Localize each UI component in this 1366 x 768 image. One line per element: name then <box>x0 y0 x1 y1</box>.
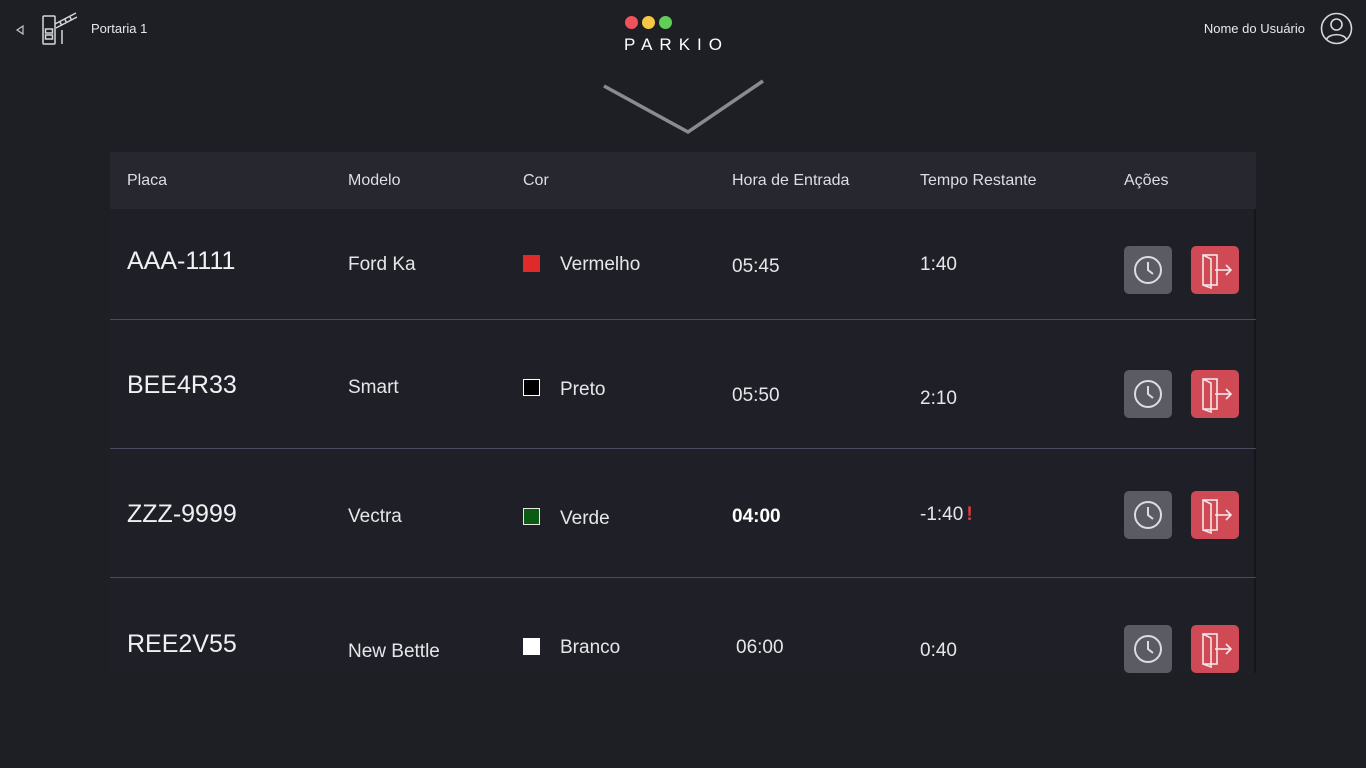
logo-dot-green <box>659 16 672 29</box>
plate-text: ZZZ-9999 <box>127 500 237 528</box>
column-header-color[interactable]: Cor <box>523 172 549 190</box>
color-name: Verde <box>560 508 610 529</box>
checkout-button[interactable] <box>1191 491 1239 539</box>
logo-dot-red <box>625 16 638 29</box>
remaining-time-value: 1:40 <box>920 254 957 275</box>
logo-dot-yellow <box>642 16 655 29</box>
entry-time: 06:00 <box>736 637 784 658</box>
table-header: Placa Modelo Cor Hora de Entrada Tempo R… <box>110 152 1256 209</box>
remaining-time: 1:40 <box>920 254 957 276</box>
color-name: Branco <box>560 637 621 658</box>
row-edge <box>1254 209 1256 319</box>
user-name[interactable]: Nome do Usuário <box>1204 21 1305 36</box>
entry-time: 04:00 <box>732 506 781 527</box>
exit-door-icon <box>1202 633 1233 669</box>
overdue-alert-icon: ! <box>966 504 973 525</box>
color-name: Vermelho <box>560 254 641 275</box>
extend-time-button[interactable] <box>1124 491 1172 539</box>
remaining-time-value: -1:40 <box>920 504 964 525</box>
remaining-time: -1:40! <box>920 504 973 526</box>
row-edge <box>1254 320 1256 448</box>
remaining-time: 0:40 <box>920 640 957 662</box>
column-header-model[interactable]: Modelo <box>348 172 400 190</box>
model-text: Ford Ka <box>348 254 416 275</box>
table-row[interactable]: REE2V55 New Bettle Branco 06:00 0:40 <box>110 578 1256 673</box>
remaining-time-value: 0:40 <box>920 640 957 661</box>
plate-text: AAA-1111 <box>127 247 236 275</box>
parking-gate-icon[interactable] <box>40 10 80 46</box>
user-circle-icon[interactable] <box>1320 12 1353 45</box>
gate-name: Portaria 1 <box>91 21 148 36</box>
top-bar: Portaria 1 PARKIO Nome do Usuário <box>0 0 1366 60</box>
chevron-down-icon[interactable] <box>600 76 768 138</box>
checkout-button[interactable] <box>1191 246 1239 294</box>
column-header-remaining-time[interactable]: Tempo Restante <box>920 172 1037 190</box>
model-text: Smart <box>348 377 399 398</box>
extend-time-button[interactable] <box>1124 246 1172 294</box>
exit-door-icon <box>1202 499 1233 535</box>
color-swatch <box>523 255 540 272</box>
model-text: Vectra <box>348 506 402 527</box>
logo-text: PARKIO <box>624 35 729 54</box>
checkout-button[interactable] <box>1191 625 1239 673</box>
clock-icon <box>1134 635 1162 663</box>
clock-icon <box>1134 501 1162 529</box>
clock-icon <box>1134 380 1162 408</box>
color-swatch <box>523 508 540 525</box>
model-text: New Bettle <box>348 641 440 662</box>
column-header-plate[interactable]: Placa <box>127 172 167 190</box>
exit-door-icon <box>1202 254 1233 290</box>
checkout-button[interactable] <box>1191 370 1239 418</box>
row-edge <box>1254 449 1256 577</box>
column-header-entry-time[interactable]: Hora de Entrada <box>732 172 849 190</box>
vehicles-table: Placa Modelo Cor Hora de Entrada Tempo R… <box>110 152 1256 673</box>
plate-text: BEE4R33 <box>127 371 237 399</box>
color-name: Preto <box>560 379 606 400</box>
table-row[interactable]: AAA-1111 Ford Ka Vermelho 05:45 1:40 <box>110 209 1256 320</box>
extend-time-button[interactable] <box>1124 370 1172 418</box>
plate-text: REE2V55 <box>127 630 237 658</box>
parkio-logo: PARKIO <box>620 14 754 58</box>
clock-icon <box>1134 256 1162 284</box>
color-swatch <box>523 638 540 655</box>
row-edge <box>1254 578 1256 673</box>
entry-time: 05:45 <box>732 256 780 277</box>
entry-time: 05:50 <box>732 385 780 406</box>
extend-time-button[interactable] <box>1124 625 1172 673</box>
table-row[interactable]: ZZZ-9999 Vectra Verde 04:00 -1:40! <box>110 449 1256 578</box>
color-swatch <box>523 379 540 396</box>
exit-door-icon <box>1202 378 1233 414</box>
back-triangle-icon[interactable] <box>14 22 26 38</box>
remaining-time-value: 2:10 <box>920 388 957 409</box>
table-row[interactable]: BEE4R33 Smart Preto 05:50 2:10 <box>110 320 1256 449</box>
column-header-actions: Ações <box>1124 172 1169 189</box>
remaining-time: 2:10 <box>920 388 957 410</box>
